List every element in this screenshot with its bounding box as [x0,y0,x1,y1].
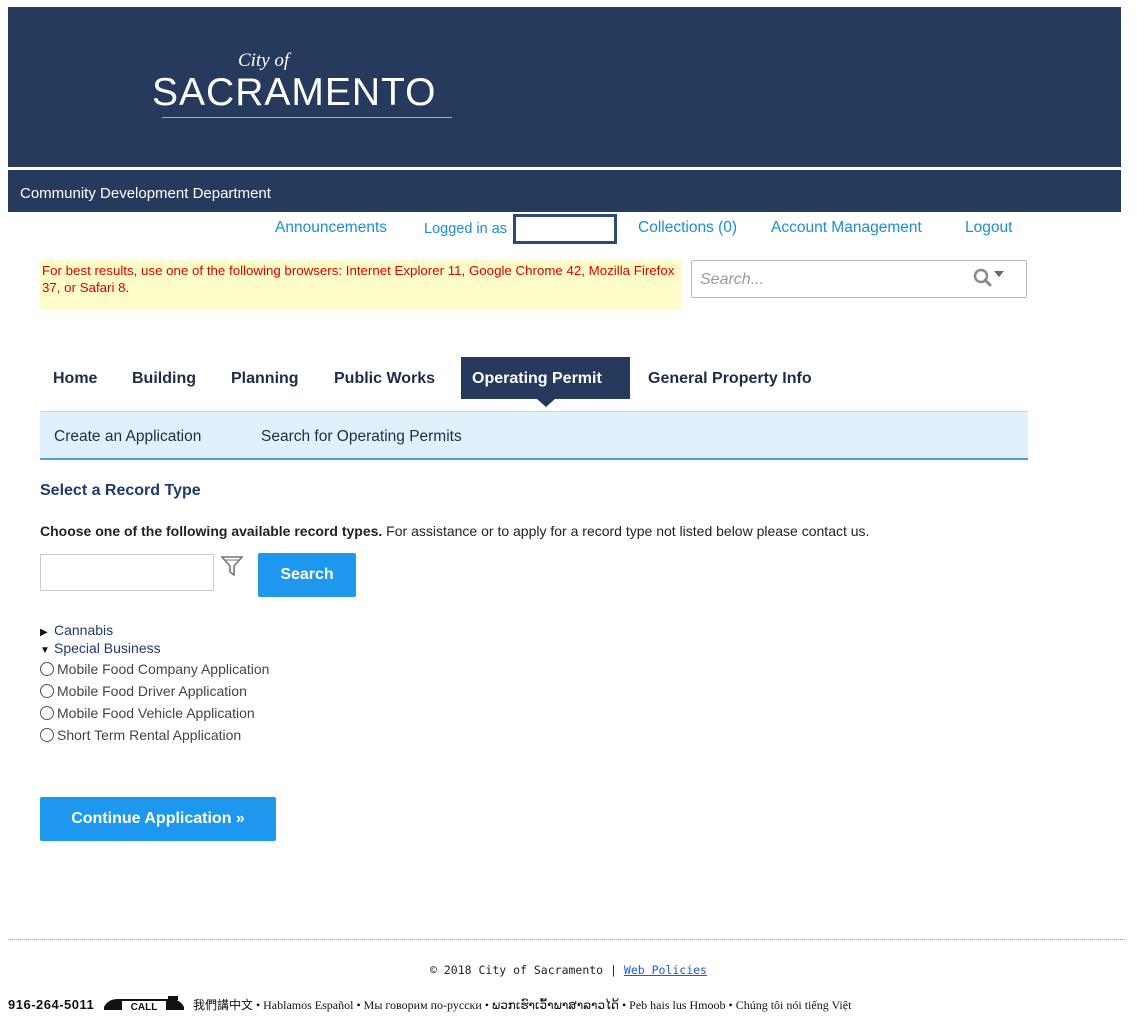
search-operating-permits-link[interactable]: Search for Operating Permits [261,428,462,446]
tab-label: Planning [231,370,299,387]
active-tab-pointer [536,399,555,407]
logo-sacramento: SACRAMENTO [152,71,437,114]
footer-divider [8,939,1125,940]
create-application-link[interactable]: Create an Application [54,428,201,446]
tree-node-label: Cannabis [54,622,114,638]
tab-planning[interactable]: Planning [231,357,299,399]
instructions: Choose one of the following available re… [40,523,869,539]
username-field [513,214,617,244]
tab-label: Public Works [334,370,436,387]
radio-option[interactable]: Mobile Food Vehicle Application [40,705,255,721]
radio-button[interactable] [40,728,54,742]
phone-number: 916-264-5011 [8,997,95,1012]
logo-underline [162,117,452,118]
instructions-rest: For assistance or to apply for a record … [382,523,870,539]
web-policies-link[interactable]: Web Policies [624,963,707,977]
copyright: © 2018 City of Sacramento | Web Policies [0,963,1137,977]
tab-label: Operating Permit [472,370,602,387]
page-title: Select a Record Type [40,482,201,499]
expanded-arrow-icon: ▼ [40,645,50,656]
tab-label: Home [53,370,98,387]
radio-option[interactable]: Mobile Food Driver Application [40,683,247,699]
radio-button[interactable] [40,706,54,720]
radio-label: Short Term Rental Application [57,727,242,743]
utility-nav: Announcements Logged in as Collections (… [0,214,1137,244]
tree-node-cannabis[interactable]: ▶ Cannabis [40,622,113,638]
account-management-link[interactable]: Account Management [771,219,922,237]
radio-option[interactable]: Short Term Rental Application [40,727,241,743]
global-search-input[interactable] [700,269,960,291]
record-type-filter-input[interactable] [40,554,214,591]
tree-node-label: Special Business [54,640,161,656]
logged-in-label: Logged in as [424,221,508,237]
instructions-bold: Choose one of the following available re… [40,523,383,539]
tab-building[interactable]: Building [132,357,196,399]
filter-icon[interactable] [221,556,243,576]
call-phone-icon: CALL [103,996,184,1012]
call-label: CALL [130,1002,157,1012]
radio-option[interactable]: Mobile Food Company Application [40,661,269,677]
logo-city-of: City of [238,50,290,71]
radio-button[interactable] [40,684,54,698]
radio-button[interactable] [40,662,54,676]
copyright-text: © 2018 City of Sacramento | [430,963,624,977]
language-list: 我們講中文 • Hablamos Español • Мы говорим по… [192,998,852,1012]
header-banner: City of SACRAMENTO [8,7,1121,167]
department-bar: Community Development Department [8,170,1121,212]
continue-application-button[interactable]: Continue Application » [40,797,276,841]
radio-label: Mobile Food Company Application [57,661,270,677]
tree-node-special-business[interactable]: ▼ Special Business [40,640,161,656]
language-footer: 916-264-5011 CALL 我們講中文 • Hablamos Españ… [8,996,851,1013]
radio-label: Mobile Food Driver Application [57,683,247,699]
main-nav: Home Building Planning Public Works Oper… [40,357,1028,407]
department-name: Community Development Department [20,185,271,202]
tab-public-works[interactable]: Public Works [334,357,435,399]
tab-label: Building [132,370,196,387]
global-search [691,260,1027,298]
search-dropdown-icon[interactable] [972,267,1012,289]
collapsed-arrow-icon: ▶ [40,627,48,638]
radio-label: Mobile Food Vehicle Application [57,705,255,721]
browser-warning: For best results, use one of the followi… [40,260,682,310]
tab-home[interactable]: Home [53,357,97,399]
tab-label: General Property Info [648,370,812,387]
logout-link[interactable]: Logout [965,219,1012,237]
tab-operating-permit[interactable]: Operating Permit [461,357,630,407]
collections-link[interactable]: Collections (0) [638,219,737,237]
search-button[interactable]: Search [258,553,356,597]
tab-general-property-info[interactable]: General Property Info [648,357,812,399]
sub-nav: Create an Application Search for Operati… [40,411,1028,460]
announcements-link[interactable]: Announcements [275,219,387,237]
